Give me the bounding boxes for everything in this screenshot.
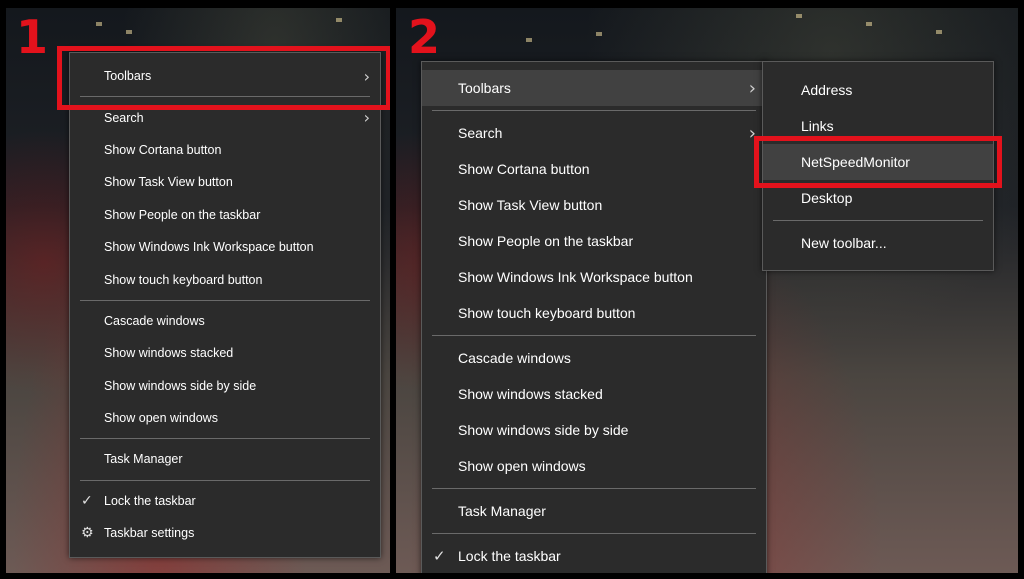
- menu-item-search[interactable]: Search ›: [70, 101, 380, 133]
- menu-item-label: Lock the taskbar: [458, 548, 561, 564]
- menu-item-show-open-windows[interactable]: Show open windows: [70, 402, 380, 434]
- menu-item-label: Address: [801, 82, 853, 98]
- menu-separator: [432, 488, 756, 489]
- menu-item-label: New toolbar...: [801, 235, 887, 251]
- chevron-right-icon: ›: [748, 77, 756, 99]
- menu-item-toolbars[interactable]: Toolbars ›: [422, 70, 766, 106]
- menu-item-label: Show Task View button: [458, 197, 603, 213]
- menu-item-windows-stacked[interactable]: Show windows stacked: [70, 337, 380, 369]
- chevron-right-icon: ›: [363, 66, 370, 86]
- menu-item-label: Show open windows: [104, 411, 218, 426]
- menu-item-label: Show Cortana button: [458, 161, 590, 177]
- menu-item-lock-taskbar[interactable]: ✓ Lock the taskbar: [70, 485, 380, 517]
- submenu-item-links[interactable]: Links: [763, 108, 993, 144]
- menu-item-show-people[interactable]: Show People on the taskbar: [70, 199, 380, 231]
- menu-separator: [773, 220, 983, 221]
- menu-item-windows-side-by-side[interactable]: Show windows side by side: [422, 412, 766, 448]
- menu-item-show-people[interactable]: Show People on the taskbar: [422, 223, 766, 259]
- menu-item-show-touch-keyboard[interactable]: Show touch keyboard button: [70, 263, 380, 295]
- menu-item-show-cortana-button[interactable]: Show Cortana button: [422, 151, 766, 187]
- taskbar-context-menu: Toolbars › Search › Show Cortana button …: [421, 61, 767, 573]
- menu-item-show-task-view-button[interactable]: Show Task View button: [70, 166, 380, 198]
- menu-item-label: Taskbar settings: [104, 526, 195, 541]
- menu-item-show-ink-workspace[interactable]: Show Windows Ink Workspace button: [70, 231, 380, 263]
- step-number: 2: [408, 10, 441, 64]
- menu-item-search[interactable]: Search ›: [422, 115, 766, 151]
- menu-item-show-ink-workspace[interactable]: Show Windows Ink Workspace button: [422, 259, 766, 295]
- menu-item-show-task-view-button[interactable]: Show Task View button: [422, 187, 766, 223]
- checkmark-icon: ✓: [433, 547, 446, 565]
- menu-item-label: Search: [104, 110, 144, 125]
- menu-separator: [432, 335, 756, 336]
- menu-item-label: Search: [458, 125, 503, 141]
- menu-item-task-manager[interactable]: Task Manager: [422, 493, 766, 529]
- menu-item-show-touch-keyboard[interactable]: Show touch keyboard button: [422, 295, 766, 331]
- menu-item-label: Show touch keyboard button: [458, 305, 636, 321]
- chevron-right-icon: ›: [363, 108, 370, 128]
- menu-item-cascade-windows[interactable]: Cascade windows: [422, 340, 766, 376]
- step-1-panel: 1 Toolbars › Search › Show Cortana butto…: [6, 8, 390, 573]
- menu-item-taskbar-settings[interactable]: ⚙ Taskbar settings: [70, 517, 380, 549]
- menu-item-label: Cascade windows: [458, 350, 571, 366]
- menu-item-label: Show Task View button: [104, 175, 233, 190]
- menu-item-label: Show windows side by side: [104, 378, 257, 393]
- menu-item-label: Desktop: [801, 190, 853, 206]
- menu-item-lock-taskbar[interactable]: ✓ Lock the taskbar: [422, 538, 766, 573]
- menu-item-windows-side-by-side[interactable]: Show windows side by side: [70, 370, 380, 402]
- submenu-item-new-toolbar[interactable]: New toolbar...: [763, 225, 993, 261]
- submenu-item-desktop[interactable]: Desktop: [763, 180, 993, 216]
- menu-item-show-cortana-button[interactable]: Show Cortana button: [70, 134, 380, 166]
- menu-item-label: Show People on the taskbar: [458, 233, 634, 249]
- chevron-right-icon: ›: [748, 122, 756, 144]
- menu-separator: [432, 110, 756, 111]
- menu-item-cascade-windows[interactable]: Cascade windows: [70, 305, 380, 337]
- menu-item-label: Show open windows: [458, 458, 586, 474]
- menu-item-label: Task Manager: [104, 452, 183, 467]
- menu-item-label: Show windows stacked: [104, 346, 234, 361]
- submenu-item-address[interactable]: Address: [763, 72, 993, 108]
- menu-item-label: Show windows side by side: [458, 422, 629, 438]
- menu-item-label: Toolbars: [104, 69, 152, 84]
- menu-separator: [432, 533, 756, 534]
- gear-icon: ⚙: [81, 525, 94, 542]
- menu-item-label: Cascade windows: [104, 313, 205, 328]
- menu-item-label: Show Windows Ink Workspace button: [104, 240, 314, 255]
- menu-separator: [80, 438, 370, 440]
- toolbars-submenu: Address Links NetSpeedMonitor Desktop Ne…: [762, 61, 994, 271]
- menu-item-label: NetSpeedMonitor: [801, 154, 910, 170]
- menu-item-windows-stacked[interactable]: Show windows stacked: [422, 376, 766, 412]
- menu-item-label: Lock the taskbar: [104, 493, 196, 508]
- menu-item-label: Show People on the taskbar: [104, 207, 261, 222]
- menu-item-label: Toolbars: [458, 80, 511, 96]
- menu-item-show-open-windows[interactable]: Show open windows: [422, 448, 766, 484]
- menu-item-label: Links: [801, 118, 834, 134]
- menu-item-toolbars[interactable]: Toolbars ›: [70, 60, 380, 92]
- checkmark-icon: ✓: [81, 492, 93, 509]
- submenu-item-netspeedmonitor[interactable]: NetSpeedMonitor: [763, 144, 993, 180]
- menu-item-label: Show Cortana button: [104, 142, 222, 157]
- menu-item-task-manager[interactable]: Task Manager: [70, 443, 380, 475]
- taskbar-context-menu: Toolbars › Search › Show Cortana button …: [69, 52, 381, 558]
- menu-separator: [80, 299, 370, 301]
- step-number: 1: [16, 10, 49, 64]
- menu-separator: [80, 96, 370, 98]
- step-2-panel: 2 Toolbars › Search › Show Cortana butto…: [396, 8, 1018, 573]
- menu-item-label: Show touch keyboard button: [104, 272, 263, 287]
- menu-item-label: Show Windows Ink Workspace button: [458, 269, 693, 285]
- menu-item-label: Show windows stacked: [458, 386, 603, 402]
- menu-item-label: Task Manager: [458, 503, 546, 519]
- menu-separator: [80, 479, 370, 481]
